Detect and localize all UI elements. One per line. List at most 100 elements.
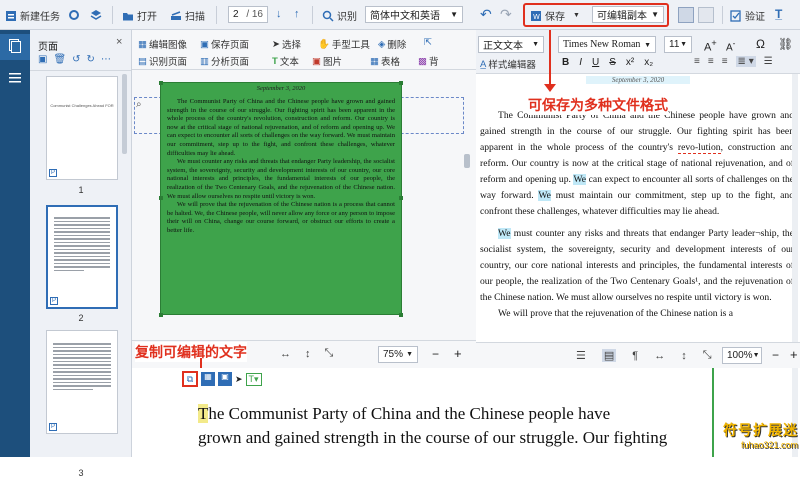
hand-tool-button[interactable]: ✋ 手型工具: [318, 37, 370, 52]
recognize-button[interactable]: 识别: [322, 8, 357, 23]
save-dropdown-icon[interactable]: ▼: [573, 12, 580, 19]
zoom-value: 100%: [727, 350, 753, 361]
resize-handle[interactable]: [399, 196, 403, 200]
page-number-input[interactable]: 2 / 16: [228, 6, 268, 23]
align-center-icon[interactable]: ≡: [708, 56, 714, 67]
table-icon: ▦: [370, 55, 379, 67]
omega-icon[interactable]: Ω: [756, 37, 765, 51]
list-icon[interactable]: [9, 73, 21, 86]
fit-width-icon[interactable]: ↔: [654, 350, 665, 362]
zoom-value: 75%: [383, 349, 404, 360]
arrow-down-icon[interactable]: ↓: [276, 8, 282, 20]
view-mode-2-icon[interactable]: [698, 7, 714, 23]
text-format-icon[interactable]: T̲: [775, 7, 782, 21]
link-icon[interactable]: ⛓: [778, 37, 793, 51]
table-area-button[interactable]: ▦ 表格: [370, 54, 400, 69]
style-editor-button[interactable]: A̲ 样式编辑器: [480, 57, 536, 72]
layers-icon[interactable]: [90, 9, 102, 21]
fit-height-icon[interactable]: ↕: [305, 348, 311, 360]
image-block-icon[interactable]: ▣: [218, 372, 232, 386]
scrollbar[interactable]: [792, 74, 798, 342]
recognize-page-button[interactable]: ▤ 识别页面: [138, 54, 187, 69]
resize-handle[interactable]: [159, 196, 163, 200]
edit-image-label: 编辑图像: [148, 40, 187, 51]
bold-icon[interactable]: B: [562, 57, 569, 68]
undo-icon[interactable]: ↶: [480, 6, 492, 23]
chevron-down-icon: ▼: [752, 352, 760, 359]
text-block-icon[interactable]: ▦: [201, 372, 215, 386]
underline-icon[interactable]: U: [592, 57, 599, 68]
text-type-icon[interactable]: T▾: [245, 372, 262, 386]
resize-handle[interactable]: [399, 81, 403, 85]
redo-icon[interactable]: ↷: [500, 6, 512, 23]
font-size-select[interactable]: 11 ▼: [664, 36, 692, 53]
page-thumbnail-2[interactable]: P: [46, 205, 118, 309]
text-area-selection[interactable]: September 3, 2020 The Communist Party of…: [160, 82, 402, 315]
save-page-button[interactable]: ▣ 保存页面: [200, 37, 249, 52]
strikethrough-icon[interactable]: S: [609, 57, 616, 68]
pages-icon: [9, 39, 21, 56]
rotate-left-icon[interactable]: ↺: [72, 54, 80, 65]
subscript-icon[interactable]: x₂: [644, 57, 653, 68]
new-task-button[interactable]: 新建任务: [5, 8, 60, 23]
edit-image-button[interactable]: ▦ 编辑图像: [138, 37, 187, 52]
view-mode-1-icon[interactable]: [678, 7, 694, 23]
zoom-in-icon[interactable]: +: [454, 346, 462, 361]
superscript-icon[interactable]: x²: [626, 57, 634, 68]
close-icon[interactable]: ×: [116, 36, 122, 48]
scan-label: 扫描: [185, 12, 205, 23]
page-thumbnail-1[interactable]: Communist Challenges Ahead FOR P: [46, 76, 118, 180]
list-view-icon[interactable]: ☰: [576, 349, 586, 362]
delete-area-button[interactable]: ◈ 删除: [378, 37, 406, 52]
open-button[interactable]: 打开: [122, 8, 157, 23]
verify-button[interactable]: 验证: [730, 8, 765, 23]
font-family-select[interactable]: Times New Roman ▼: [558, 36, 656, 53]
fit-width-icon[interactable]: ↔: [280, 348, 291, 360]
copy-text-button[interactable]: ⧉: [182, 371, 198, 387]
arrow-up-icon[interactable]: ↑: [294, 8, 300, 20]
picture-area-button[interactable]: ▣ 图片: [312, 54, 342, 69]
font-grow-icon[interactable]: A+: [704, 38, 717, 54]
align-justify-icon[interactable]: ≣ ▾: [735, 56, 756, 67]
italic-icon[interactable]: I: [579, 57, 582, 68]
font-shrink-icon[interactable]: A-: [726, 38, 735, 53]
rotate-right-icon[interactable]: ↻: [87, 54, 95, 65]
fit-page-icon[interactable]: ⤡: [325, 347, 334, 360]
zoom-in-icon[interactable]: +: [790, 347, 798, 362]
save-icon[interactable]: ▣: [38, 54, 47, 65]
analyze-page-button[interactable]: ▥ 分析页面: [200, 54, 249, 69]
settings-icon[interactable]: [68, 9, 80, 21]
align-right-icon[interactable]: ≡: [722, 56, 728, 67]
page-thumb-number: 2: [78, 313, 84, 323]
save-button[interactable]: W 保存 ▼: [530, 8, 580, 23]
page-view-icon[interactable]: ▤: [601, 349, 617, 362]
select-tool-button[interactable]: ➤ 选择: [272, 37, 301, 52]
expand-icon[interactable]: ⇱: [424, 37, 432, 48]
paragraph-style-select[interactable]: 正文文本 ▼: [478, 36, 544, 53]
language-select[interactable]: 简体中文和英语 ▼: [365, 6, 463, 23]
zoom-text-view[interactable]: ⧉ ▦ ▣ ➤ T▾ The Communist Party of China …: [132, 368, 800, 457]
resize-handle[interactable]: [399, 313, 403, 317]
background-area-button[interactable]: ▩ 背: [418, 54, 439, 69]
fit-height-icon[interactable]: ↕: [681, 350, 687, 362]
scrollbar[interactable]: [122, 74, 127, 154]
pilcrow-icon[interactable]: ¶: [632, 350, 638, 362]
fit-page-icon[interactable]: ⤡: [703, 349, 712, 362]
save-doc-icon: W: [530, 10, 542, 22]
zoom-select[interactable]: 75% ▼: [378, 346, 418, 363]
align-left-icon[interactable]: ≡: [694, 56, 700, 67]
resize-handle[interactable]: [159, 81, 163, 85]
scrollbar[interactable]: [464, 154, 470, 168]
zoom-out-icon[interactable]: −: [432, 347, 439, 361]
list-icon[interactable]: ☰: [764, 56, 773, 67]
more-icon[interactable]: ⋯: [101, 54, 111, 65]
text-area-button[interactable]: T 文本: [272, 54, 299, 69]
cursor-icon[interactable]: ➤: [235, 374, 243, 385]
save-format-select[interactable]: 可编辑副本 ▼: [592, 6, 664, 23]
zoom-out-icon[interactable]: −: [772, 348, 779, 362]
delete-icon[interactable]: 🗑: [53, 54, 66, 65]
zoom-select[interactable]: 100% ▼: [722, 347, 762, 364]
resize-handle[interactable]: [159, 313, 163, 317]
scan-button[interactable]: 扫描: [170, 8, 205, 23]
page-thumbnail-3[interactable]: P: [46, 330, 118, 434]
